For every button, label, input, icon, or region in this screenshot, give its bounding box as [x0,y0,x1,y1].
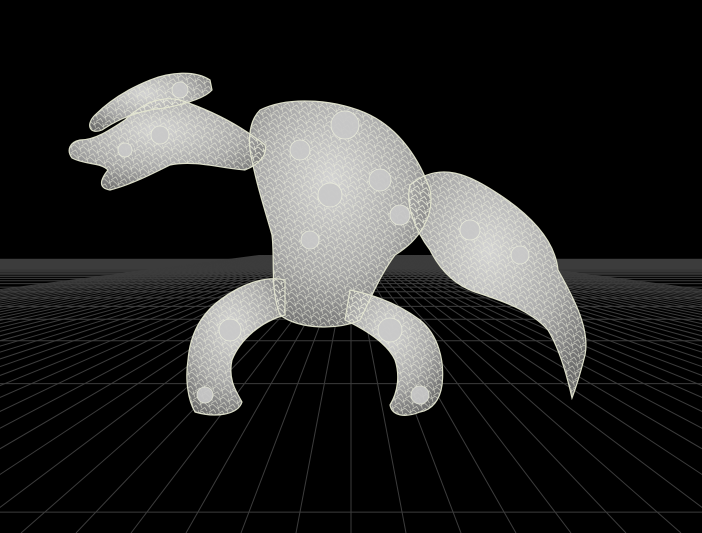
3d-viewport[interactable] [0,0,702,533]
viewport-canvas[interactable] [0,0,702,533]
3d-model-creature[interactable] [68,72,587,416]
model-wireframe [68,72,587,416]
